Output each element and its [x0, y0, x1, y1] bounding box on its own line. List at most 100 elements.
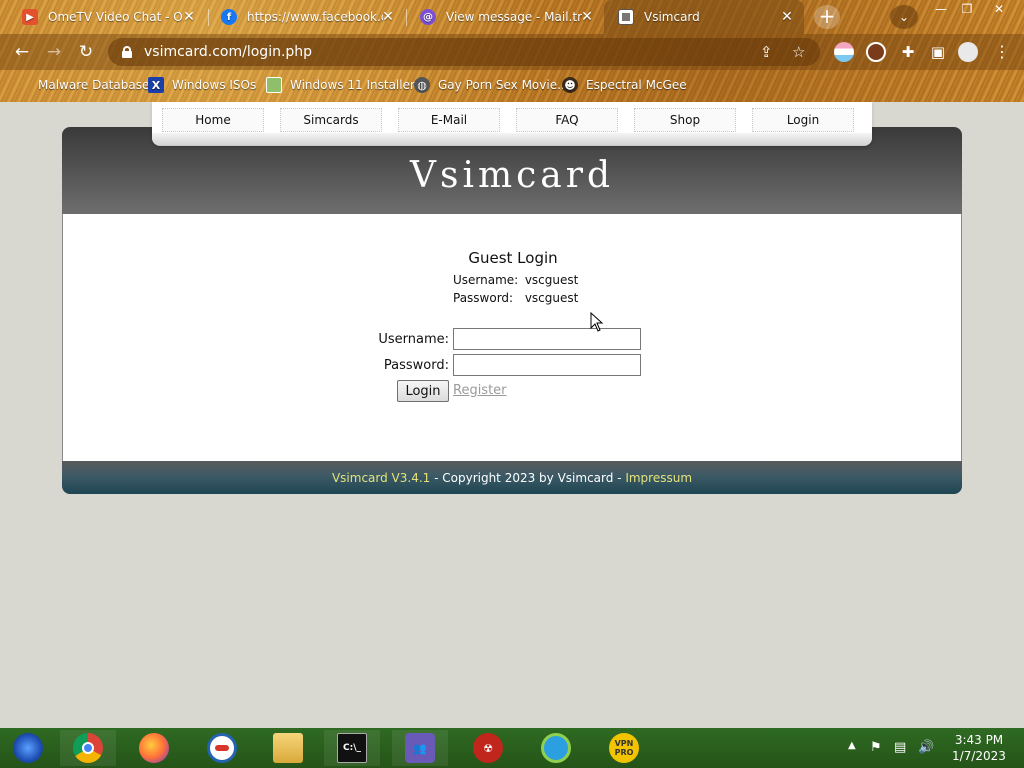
- taskbar-chrome[interactable]: [60, 730, 116, 766]
- url-text: vsimcard.com/login.php: [144, 44, 313, 60]
- terminal-icon: C:\_: [337, 733, 367, 763]
- login-content: Guest Login Username: vscguest Password:…: [62, 214, 962, 461]
- tab-vsimcard[interactable]: Vsimcard ✕: [604, 0, 804, 34]
- login-button[interactable]: Login: [397, 380, 449, 402]
- address-bar[interactable]: vsimcard.com/login.php ⇪ ☆: [108, 38, 820, 66]
- nav-simcards[interactable]: Simcards: [280, 108, 382, 132]
- tab-ometv[interactable]: ▶ OmeTV Video Chat - Ome ✕: [8, 0, 206, 34]
- windows-orb-icon: [13, 733, 43, 763]
- show-hidden-icons-icon[interactable]: ▲: [848, 740, 856, 751]
- logo-circle-icon: [207, 733, 237, 763]
- folder-icon: [273, 733, 303, 763]
- camera-lens-icon: [541, 733, 571, 763]
- close-window-button[interactable]: ✕: [984, 0, 1014, 18]
- guest-username-line: Username: vscguest: [453, 273, 578, 287]
- system-clock[interactable]: 3:43 PM 1/7/2023: [944, 732, 1014, 764]
- browser-chrome: ▶ OmeTV Video Chat - Ome ✕ f https://www…: [0, 0, 1024, 102]
- nav-email[interactable]: E-Mail: [398, 108, 500, 132]
- profile-avatar-icon[interactable]: [958, 42, 978, 62]
- guest-username-value: vscguest: [524, 273, 579, 287]
- nav-home[interactable]: Home: [162, 108, 264, 132]
- guest-username-label: Username:: [453, 273, 519, 287]
- windows-taskbar: C:\_ 👥 ☢ VPN PRO ▲ ⚑ ▤ 🔊 3:43 PM 1/7/2023: [0, 728, 1024, 768]
- bookmark-malware-database[interactable]: Malware Database: [14, 76, 149, 94]
- bookmark-espectral-mcgee[interactable]: ☻ Espectral McGee: [562, 76, 687, 94]
- close-tab-icon[interactable]: ✕: [381, 9, 395, 25]
- guest-password-value: vscguest: [524, 291, 579, 305]
- taskbar-file-explorer[interactable]: [260, 730, 316, 766]
- reload-button[interactable]: ↻: [74, 41, 98, 63]
- forward-button[interactable]: →: [42, 41, 66, 63]
- password-label: Password:: [383, 358, 449, 373]
- clock-time: 3:43 PM: [954, 733, 1004, 747]
- guest-password-line: Password: vscguest: [453, 291, 578, 305]
- nav-login[interactable]: Login: [752, 108, 854, 132]
- tab-facebook[interactable]: f https://www.facebook.com ✕: [207, 0, 405, 34]
- network-icon[interactable]: ▤: [894, 740, 906, 755]
- chrome-icon: [73, 733, 103, 763]
- register-link[interactable]: Register: [453, 383, 507, 398]
- taskbar-vpn-pro[interactable]: VPN PRO: [596, 730, 652, 766]
- share-icon[interactable]: ⇪: [760, 43, 773, 61]
- taskbar-messenger[interactable]: 👥: [392, 730, 448, 766]
- bookmark-gay-porn-sex-movie[interactable]: ◍ Gay Porn Sex Movie...: [414, 76, 569, 94]
- close-tab-icon[interactable]: ✕: [580, 9, 594, 25]
- people-icon: 👥: [405, 733, 435, 763]
- bookmark-windows-isos[interactable]: X Windows ISOs: [148, 76, 256, 94]
- side-panel-icon[interactable]: ▣: [926, 41, 950, 63]
- site-footer: Vsimcard V3.4.1 - Copyright 2023 by Vsim…: [62, 461, 962, 494]
- malware-icon: [14, 77, 30, 93]
- guest-login-heading: Guest Login: [468, 249, 558, 267]
- bookmark-star-icon[interactable]: ☆: [792, 43, 805, 61]
- bookmark-windows-11-installer[interactable]: Windows 11 Installer: [266, 76, 415, 94]
- volume-icon[interactable]: 🔊: [918, 740, 934, 755]
- extension-flag-icon[interactable]: [834, 42, 854, 62]
- taskbar-camera-app[interactable]: [528, 730, 584, 766]
- menu-kebab-icon[interactable]: ⋮: [990, 41, 1014, 63]
- tab-strip: ▶ OmeTV Video Chat - Ome ✕ f https://www…: [0, 0, 1024, 34]
- avatar-icon: ☻: [562, 77, 578, 93]
- password-field[interactable]: [453, 354, 641, 376]
- taskbar-firefox[interactable]: [126, 730, 182, 766]
- lock-icon: [122, 46, 132, 58]
- tab-search-button[interactable]: ⌄: [890, 5, 918, 29]
- guest-password-label: Password:: [453, 291, 514, 305]
- impressum-link[interactable]: Impressum: [625, 471, 692, 485]
- mailtm-icon: @: [420, 9, 436, 25]
- image-icon: [266, 77, 282, 93]
- taskbar-radiation-app[interactable]: ☢: [460, 730, 516, 766]
- site-container: Vsimcard Guest Login Username: vscguest …: [62, 127, 962, 494]
- close-tab-icon[interactable]: ✕: [182, 9, 196, 25]
- close-tab-icon[interactable]: ✕: [780, 9, 794, 25]
- restore-button[interactable]: ❐: [952, 0, 982, 18]
- nav-shop[interactable]: Shop: [634, 108, 736, 132]
- new-tab-button[interactable]: +: [814, 5, 840, 29]
- back-button[interactable]: ←: [10, 41, 34, 63]
- extension-avatar-icon[interactable]: [866, 42, 886, 62]
- username-field[interactable]: [453, 328, 641, 350]
- action-center-flag-icon[interactable]: ⚑: [870, 740, 882, 755]
- browser-toolbar: ← → ↻ vsimcard.com/login.php ⇪ ☆ ✚ ▣ ⋮: [0, 34, 1024, 70]
- clock-date: 1/7/2023: [952, 749, 1006, 763]
- radiation-icon: ☢: [473, 733, 503, 763]
- vsimcard-icon: [618, 9, 634, 25]
- footer-brand: Vsimcard V3.4.1: [331, 470, 431, 485]
- page-viewport: Vsimcard Guest Login Username: vscguest …: [0, 102, 1024, 728]
- x-icon: X: [148, 77, 164, 93]
- footer-copyright: - Copyright 2023 by Vsimcard -: [430, 470, 626, 485]
- firefox-icon: [139, 733, 169, 763]
- top-navigation: Home Simcards E-Mail FAQ Shop Login: [152, 102, 872, 146]
- mouse-cursor-icon: [590, 312, 604, 332]
- nav-faq[interactable]: FAQ: [516, 108, 618, 132]
- bookmarks-bar: Malware Database X Windows ISOs Windows …: [0, 70, 1024, 100]
- extensions-puzzle-icon[interactable]: ✚: [896, 41, 920, 63]
- start-button[interactable]: [0, 730, 56, 766]
- facebook-icon: f: [221, 9, 237, 25]
- site-title: Vsimcard: [409, 155, 614, 196]
- ometv-icon: ▶: [22, 9, 38, 25]
- tab-mailtm[interactable]: @ View message - Mail.tm ✕: [406, 0, 604, 34]
- taskbar-app-blue-circle[interactable]: [194, 730, 250, 766]
- taskbar-terminal[interactable]: C:\_: [324, 730, 380, 766]
- vpn-pro-icon: VPN PRO: [609, 733, 639, 763]
- globe-icon: ◍: [414, 77, 430, 93]
